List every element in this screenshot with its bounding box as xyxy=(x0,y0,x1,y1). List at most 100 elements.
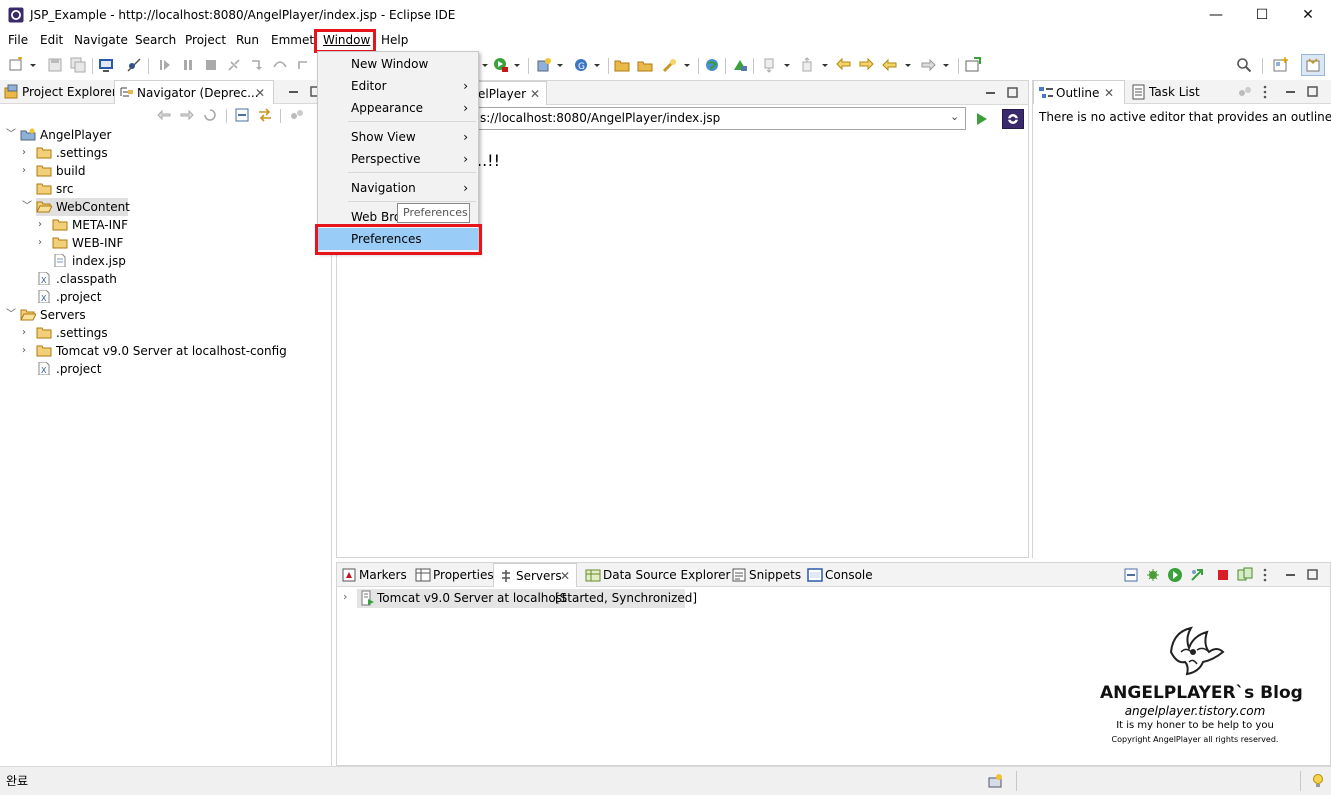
close-button[interactable]: ✕ xyxy=(1285,0,1331,31)
expand-icon[interactable]: › xyxy=(22,324,32,342)
save-icon[interactable] xyxy=(47,57,63,73)
step-over-icon[interactable] xyxy=(272,57,288,73)
maximize-view-icon[interactable] xyxy=(1005,85,1021,101)
tab-outline[interactable]: Outline ✕ xyxy=(1033,80,1125,104)
link-editor-icon[interactable] xyxy=(257,107,273,123)
forward-dropdown-icon[interactable] xyxy=(941,57,951,73)
open-perspective-icon[interactable] xyxy=(1273,57,1289,73)
terminate-icon[interactable] xyxy=(203,57,219,73)
tab-data-source-explorer[interactable]: Data Source Explorer xyxy=(581,563,730,587)
skip-breakpoints-icon[interactable] xyxy=(126,57,142,73)
server-row[interactable]: › Tomcat v9.0 Server at localhost [Start… xyxy=(341,589,697,608)
save-all-icon[interactable] xyxy=(70,57,86,73)
collapse-all-icon[interactable] xyxy=(1123,567,1139,583)
last-edit-forward-icon[interactable] xyxy=(858,57,874,73)
maximize-view-icon[interactable] xyxy=(1305,84,1321,100)
search-icon[interactable] xyxy=(1236,57,1252,73)
next-annotation-dropdown-icon[interactable] xyxy=(782,57,792,73)
menu-item-appearance[interactable]: Appearance › xyxy=(318,97,478,119)
open-type-icon[interactable]: G xyxy=(573,57,589,73)
tip-lightbulb-icon[interactable] xyxy=(1310,773,1326,789)
menu-help[interactable]: Help xyxy=(381,33,408,47)
menu-item-perspective[interactable]: Perspective › xyxy=(318,148,478,170)
tab-markers[interactable]: Markers xyxy=(337,563,409,587)
open-type-dropdown-icon[interactable] xyxy=(592,57,602,73)
forward-nav-icon[interactable] xyxy=(179,107,195,123)
pin-editor-icon[interactable] xyxy=(965,57,981,73)
prev-annotation-dropdown-icon[interactable] xyxy=(820,57,830,73)
maximize-button[interactable]: ☐ xyxy=(1239,0,1285,31)
last-edit-back-icon[interactable] xyxy=(836,57,852,73)
tab-navigator[interactable]: Navigator (Deprec... ✕ xyxy=(114,80,274,104)
terminal-icon[interactable] xyxy=(98,57,114,73)
tree-item-webcontent[interactable]: ﹀ WebContent xyxy=(22,198,130,216)
collapse-icon[interactable]: ﹀ xyxy=(6,306,16,324)
expand-icon[interactable]: › xyxy=(22,342,32,360)
disconnect-icon[interactable] xyxy=(226,57,242,73)
eclipse-browser-button[interactable] xyxy=(1002,109,1024,129)
close-tab-icon[interactable]: ✕ xyxy=(255,81,265,105)
forward-icon[interactable] xyxy=(920,57,936,73)
collapse-icon[interactable]: ﹀ xyxy=(22,198,32,216)
publish-icon[interactable] xyxy=(1237,567,1253,583)
minimize-view-icon[interactable] xyxy=(1283,84,1299,100)
close-tab-icon[interactable]: ✕ xyxy=(560,564,570,588)
expand-icon[interactable]: › xyxy=(38,234,48,252)
expand-icon[interactable]: › xyxy=(343,590,347,603)
menu-search[interactable]: Search xyxy=(135,33,176,47)
more-options-icon[interactable] xyxy=(1261,567,1269,583)
up-nav-icon[interactable] xyxy=(202,107,218,123)
resume-icon[interactable] xyxy=(157,57,173,73)
open-task-icon[interactable] xyxy=(637,57,653,73)
menu-item-navigation[interactable]: Navigation › xyxy=(318,177,478,199)
close-tab-icon[interactable]: ✕ xyxy=(1104,81,1114,105)
tab-snippets[interactable]: Snippets xyxy=(727,563,801,587)
menu-project[interactable]: Project xyxy=(185,33,226,47)
back-dropdown-icon[interactable] xyxy=(903,57,913,73)
globe-icon[interactable] xyxy=(704,57,720,73)
search-ref-dropdown-icon[interactable] xyxy=(682,57,692,73)
tab-servers[interactable]: Servers ✕ xyxy=(493,563,577,587)
new-server-dropdown-icon[interactable] xyxy=(555,57,565,73)
tab-project-explorer[interactable]: Project Explorer xyxy=(0,80,117,104)
close-tab-icon[interactable]: ✕ xyxy=(530,82,540,106)
minimize-view-icon[interactable] xyxy=(1283,567,1299,583)
step-into-icon[interactable] xyxy=(249,57,265,73)
expand-icon[interactable]: › xyxy=(38,216,48,234)
step-return-icon[interactable] xyxy=(295,57,311,73)
menu-run[interactable]: Run xyxy=(236,33,259,47)
search-ref-icon[interactable] xyxy=(662,57,678,73)
minimize-button[interactable]: — xyxy=(1193,0,1239,31)
debug-server-icon[interactable] xyxy=(1145,567,1161,583)
next-annotation-icon[interactable] xyxy=(762,57,778,73)
menu-edit[interactable]: Edit xyxy=(40,33,63,47)
profile-server-icon[interactable] xyxy=(1189,567,1205,583)
collapse-all-icon[interactable] xyxy=(234,107,250,123)
go-icon[interactable] xyxy=(974,111,990,127)
dropdown-icon[interactable] xyxy=(480,57,490,73)
run-icon[interactable] xyxy=(493,57,509,73)
stop-server-icon[interactable] xyxy=(1215,567,1231,583)
prev-annotation-icon[interactable] xyxy=(800,57,816,73)
tab-browser-editor[interactable]: elPlayer ✕ xyxy=(467,81,547,105)
run-dropdown-icon[interactable] xyxy=(512,57,522,73)
more-options-icon[interactable] xyxy=(1261,84,1269,100)
back-icon[interactable] xyxy=(882,57,898,73)
expand-icon[interactable]: › xyxy=(22,144,32,162)
server-status-icon[interactable] xyxy=(988,773,1004,789)
suspend-icon[interactable] xyxy=(180,57,196,73)
minimize-view-icon[interactable] xyxy=(286,84,302,100)
maximize-view-icon[interactable] xyxy=(1305,567,1321,583)
tab-task-list[interactable]: Task List xyxy=(1127,80,1217,104)
jee-perspective-button[interactable] xyxy=(1301,54,1325,76)
menu-emmet[interactable]: Emmet xyxy=(271,33,314,47)
browser-url-input[interactable]: s://localhost:8080/AngelPlayer/index.jsp… xyxy=(475,107,966,130)
menu-item-new-window[interactable]: New Window xyxy=(318,53,478,75)
tab-properties[interactable]: Properties xyxy=(411,563,494,587)
collapse-icon[interactable]: ﹀ xyxy=(6,126,16,144)
menu-file[interactable]: File xyxy=(8,33,28,47)
minimize-view-icon[interactable] xyxy=(983,85,999,101)
menu-item-show-view[interactable]: Show View › xyxy=(318,126,478,148)
menu-item-editor[interactable]: Editor › xyxy=(318,75,478,97)
new-server-icon[interactable] xyxy=(536,57,552,73)
